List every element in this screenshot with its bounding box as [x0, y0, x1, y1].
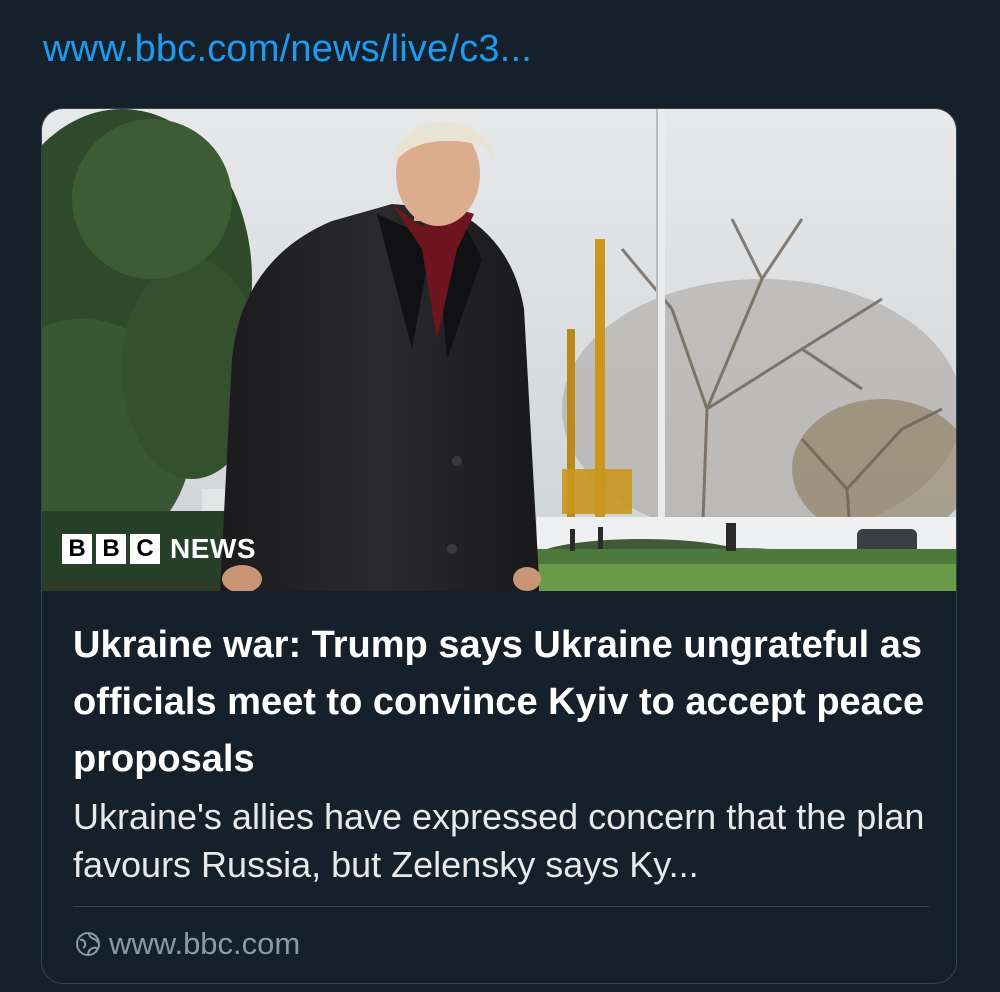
article-headline[interactable]: Ukraine war: Trump says Ukraine ungratef…: [73, 617, 933, 788]
article-summary: Ukraine's allies have expressed concern …: [73, 796, 925, 885]
source-domain[interactable]: www.bbc.com: [75, 926, 300, 962]
card-divider: [73, 906, 929, 907]
article-thumbnail[interactable]: B B C NEWS: [42, 109, 956, 591]
logo-word: NEWS: [170, 533, 256, 564]
bbc-news-logo: B B C NEWS: [62, 533, 256, 565]
logo-letter: C: [130, 534, 160, 564]
page: www.bbc.com/news/live/c3... B B C NEWS U…: [0, 0, 1000, 992]
article-link[interactable]: www.bbc.com/news/live/c3...: [43, 28, 532, 71]
logo-letter: B: [96, 534, 126, 564]
logo-letter: B: [62, 534, 92, 564]
globe-icon: [76, 932, 100, 956]
domain-text: www.bbc.com: [109, 926, 301, 961]
link-preview-card[interactable]: B B C NEWS Ukraine war: Trump says Ukrai…: [41, 108, 957, 984]
thumbnail-photo: [42, 109, 956, 591]
